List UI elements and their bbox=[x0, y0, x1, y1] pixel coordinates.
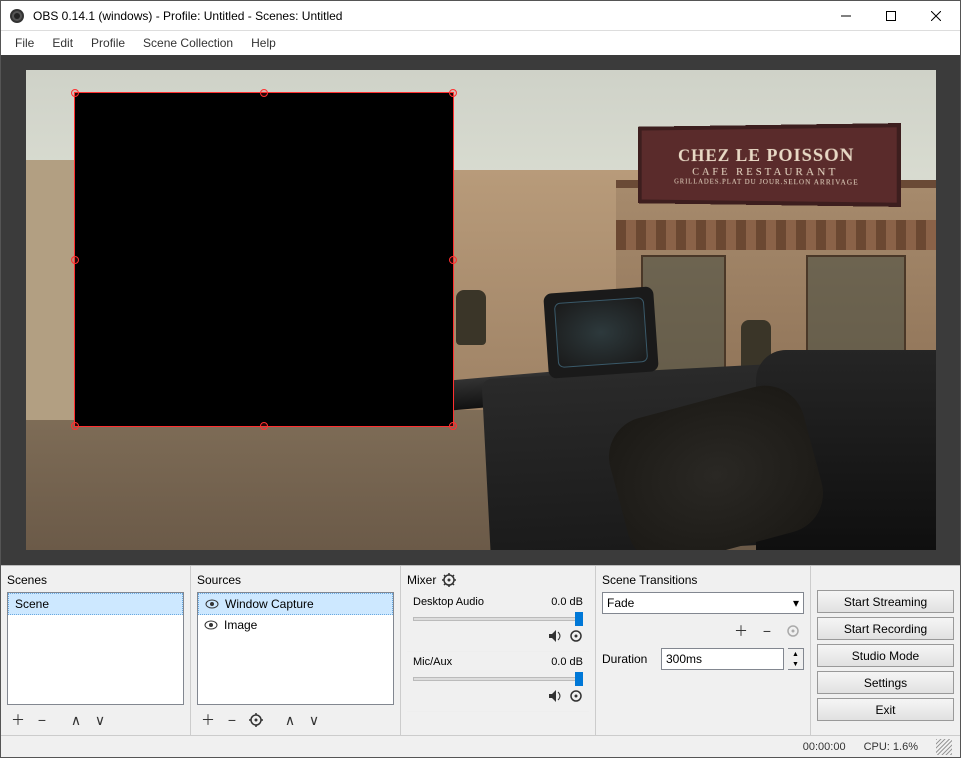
studio-mode-button[interactable]: Studio Mode bbox=[817, 644, 954, 667]
resize-handle-mr[interactable] bbox=[449, 256, 457, 264]
source-properties-button[interactable] bbox=[245, 709, 267, 731]
duration-spinner[interactable]: ▲▼ bbox=[788, 648, 804, 670]
window-controls bbox=[823, 1, 958, 30]
scenes-panel: Scenes Scene ＋ − ∧ ∨ bbox=[1, 566, 191, 735]
source-selection-rect[interactable] bbox=[74, 92, 454, 427]
add-transition-button[interactable]: ＋ bbox=[730, 620, 752, 642]
menubar: File Edit Profile Scene Collection Help bbox=[1, 31, 960, 55]
resize-handle-tl[interactable] bbox=[71, 89, 79, 97]
resize-grip[interactable] bbox=[936, 739, 952, 755]
controls-panel: Start Streaming Start Recording Studio M… bbox=[811, 566, 960, 735]
remove-scene-button[interactable]: − bbox=[31, 709, 53, 731]
sources-panel: Sources Window Capture Image ＋ − ∧ ∨ bbox=[191, 566, 401, 735]
mixer-channel-desktop: Desktop Audio 0.0 dB bbox=[407, 592, 589, 652]
statusbar: 00:00:00 CPU: 1.6% bbox=[1, 735, 960, 757]
exit-button[interactable]: Exit bbox=[817, 698, 954, 721]
mixer-panel: Mixer Desktop Audio 0.0 dB Mic/Aux bbox=[401, 566, 596, 735]
scene-item[interactable]: Scene bbox=[8, 593, 183, 615]
shop-sign: CHEZ LE POISSON CAFE RESTAURANT GRILLADE… bbox=[638, 123, 901, 207]
transitions-header: Scene Transitions bbox=[602, 570, 804, 592]
duration-label: Duration bbox=[602, 652, 657, 666]
transition-properties-button[interactable] bbox=[782, 620, 804, 642]
transitions-panel: Scene Transitions Fade ▾ ＋ − Duration 30… bbox=[596, 566, 811, 735]
resize-handle-ml[interactable] bbox=[71, 256, 79, 264]
sources-list[interactable]: Window Capture Image bbox=[197, 592, 394, 705]
move-source-up-button[interactable]: ∧ bbox=[279, 709, 301, 731]
mixer-header: Mixer bbox=[407, 570, 589, 592]
menu-file[interactable]: File bbox=[7, 33, 42, 53]
menu-help[interactable]: Help bbox=[243, 33, 284, 53]
preview-canvas[interactable]: CHEZ LE POISSON CAFE RESTAURANT GRILLADE… bbox=[26, 70, 936, 550]
resize-handle-bl[interactable] bbox=[71, 422, 79, 430]
source-item-image[interactable]: Image bbox=[198, 615, 393, 635]
window-title: OBS 0.14.1 (windows) - Profile: Untitled… bbox=[33, 9, 823, 23]
move-scene-up-button[interactable]: ∧ bbox=[65, 709, 87, 731]
mute-icon[interactable] bbox=[549, 690, 563, 702]
add-source-button[interactable]: ＋ bbox=[197, 709, 219, 731]
sources-toolbar: ＋ − ∧ ∨ bbox=[197, 705, 394, 731]
sources-header: Sources bbox=[197, 570, 394, 592]
remove-source-button[interactable]: − bbox=[221, 709, 243, 731]
channel-settings-icon[interactable] bbox=[569, 629, 583, 643]
mixer-body: Desktop Audio 0.0 dB Mic/Aux 0.0 dB bbox=[407, 592, 589, 731]
status-cpu: CPU: 1.6% bbox=[864, 741, 918, 753]
app-icon bbox=[9, 8, 25, 24]
settings-button[interactable]: Settings bbox=[817, 671, 954, 694]
mute-icon[interactable] bbox=[549, 630, 563, 642]
channel-name: Desktop Audio bbox=[413, 596, 484, 608]
channel-level: 0.0 dB bbox=[551, 656, 583, 668]
status-time: 00:00:00 bbox=[803, 741, 846, 753]
start-recording-button[interactable]: Start Recording bbox=[817, 617, 954, 640]
titlebar: OBS 0.14.1 (windows) - Profile: Untitled… bbox=[1, 1, 960, 31]
channel-level: 0.0 dB bbox=[551, 596, 583, 608]
resize-handle-br[interactable] bbox=[449, 422, 457, 430]
mixer-settings-icon[interactable] bbox=[442, 573, 456, 587]
remove-transition-button[interactable]: − bbox=[756, 620, 778, 642]
add-scene-button[interactable]: ＋ bbox=[7, 709, 29, 731]
scenes-list[interactable]: Scene bbox=[7, 592, 184, 705]
channel-settings-icon[interactable] bbox=[569, 689, 583, 703]
preview-area[interactable]: CHEZ LE POISSON CAFE RESTAURANT GRILLADE… bbox=[1, 55, 960, 565]
menu-profile[interactable]: Profile bbox=[83, 33, 133, 53]
move-source-down-button[interactable]: ∨ bbox=[303, 709, 325, 731]
mixer-channel-mic: Mic/Aux 0.0 dB bbox=[407, 652, 589, 712]
minimize-button[interactable] bbox=[823, 1, 868, 30]
menu-edit[interactable]: Edit bbox=[44, 33, 81, 53]
move-scene-down-button[interactable]: ∨ bbox=[89, 709, 111, 731]
source-item-window-capture[interactable]: Window Capture bbox=[198, 593, 393, 615]
visibility-icon[interactable] bbox=[205, 599, 219, 609]
start-streaming-button[interactable]: Start Streaming bbox=[817, 590, 954, 613]
volume-slider[interactable] bbox=[413, 611, 583, 627]
volume-slider[interactable] bbox=[413, 671, 583, 687]
menu-scene-collection[interactable]: Scene Collection bbox=[135, 33, 241, 53]
visibility-icon[interactable] bbox=[204, 620, 218, 630]
bottom-panels: Scenes Scene ＋ − ∧ ∨ Sources Window Capt… bbox=[1, 565, 960, 735]
transition-select[interactable]: Fade ▾ bbox=[602, 592, 804, 614]
scenes-toolbar: ＋ − ∧ ∨ bbox=[7, 705, 184, 731]
scenes-header: Scenes bbox=[7, 570, 184, 592]
channel-name: Mic/Aux bbox=[413, 656, 452, 668]
resize-handle-tm[interactable] bbox=[260, 89, 268, 97]
close-button[interactable] bbox=[913, 1, 958, 30]
duration-input[interactable]: 300ms bbox=[661, 648, 784, 670]
maximize-button[interactable] bbox=[868, 1, 913, 30]
chevron-down-icon: ▾ bbox=[793, 596, 799, 610]
resize-handle-tr[interactable] bbox=[449, 89, 457, 97]
resize-handle-bm[interactable] bbox=[260, 422, 268, 430]
